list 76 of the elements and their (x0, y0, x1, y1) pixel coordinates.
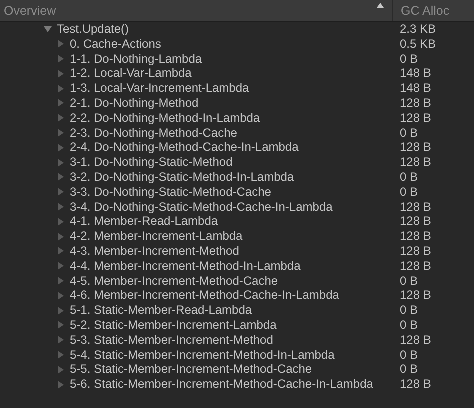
function-name[interactable]: 5-3. Static-Member-Increment-Method (70, 332, 274, 348)
collapsed-arrow-icon[interactable] (57, 366, 65, 374)
function-name[interactable]: 2-3. Do-Nothing-Method-Cache (70, 126, 238, 140)
collapsed-arrow-icon[interactable] (57, 306, 65, 315)
gc-alloc-value: 148 B (400, 81, 432, 96)
collapsed-arrow-icon[interactable] (57, 202, 65, 211)
collapsed-arrow-icon[interactable] (57, 188, 65, 196)
collapsed-arrow-icon[interactable] (57, 54, 65, 63)
function-name[interactable]: 4-3. Member-Increment-Method (70, 244, 240, 259)
function-name[interactable]: 5-1. Static-Member-Read-Lambda (70, 303, 252, 318)
function-name[interactable]: 1-2. Local-Var-Lambda (70, 66, 192, 82)
gc-alloc-value: 128 B (400, 258, 432, 273)
gc-alloc-value: 148 B (400, 66, 432, 80)
function-name[interactable]: Test.Update() (57, 22, 130, 37)
collapsed-arrow-icon[interactable] (57, 70, 65, 78)
collapsed-arrow-icon[interactable] (57, 350, 65, 359)
collapsed-arrow-icon[interactable] (57, 158, 65, 167)
function-name[interactable]: 5-6. Static-Member-Increment-Method-Cache-In-Lambda (70, 377, 374, 392)
gc-alloc-value: 128 B (400, 96, 432, 110)
function-name[interactable]: 4-1. Member-Read-Lambda (70, 214, 218, 230)
function-name[interactable]: 2-1. Do-Nothing-Method (70, 96, 199, 111)
function-name[interactable]: 4-2. Member-Increment-Lambda (70, 229, 243, 244)
gc-alloc-value: 0 B (400, 362, 418, 376)
collapsed-arrow-icon[interactable] (57, 262, 65, 270)
gc-alloc-value: 128 B (400, 244, 432, 258)
gc-alloc-value: 128 B (400, 288, 432, 302)
collapsed-arrow-icon[interactable] (57, 40, 65, 48)
gc-alloc-value: 0 B (400, 170, 418, 184)
collapsed-arrow-icon[interactable] (57, 276, 65, 285)
gc-alloc-value: 128 B (400, 155, 432, 170)
sort-ascending-icon (377, 3, 384, 8)
gc-alloc-value: 128 B (400, 110, 432, 125)
function-name[interactable]: 3-3. Do-Nothing-Static-Method-Cache (70, 184, 272, 200)
gc-alloc-value: 128 B (400, 200, 432, 214)
expanded-arrow-icon[interactable] (44, 25, 52, 34)
function-name[interactable]: 5-2. Static-Member-Increment-Lambda (70, 318, 277, 333)
function-name[interactable]: 0. Cache-Actions (70, 36, 162, 52)
collapsed-arrow-icon[interactable] (57, 247, 65, 256)
function-name[interactable]: 3-4. Do-Nothing-Static-Method-Cache-In-Lambda (70, 200, 333, 214)
collapsed-arrow-icon[interactable] (57, 218, 65, 226)
collapsed-arrow-icon[interactable] (57, 84, 65, 93)
function-name[interactable]: 2-2. Do-Nothing-Method-In-Lambda (70, 110, 260, 126)
gc-alloc-value: 0 B (400, 274, 418, 288)
gc-alloc-value: 0 B (400, 126, 418, 140)
gc-alloc-value: 0.5 KB (400, 36, 436, 51)
collapsed-arrow-icon[interactable] (57, 292, 65, 300)
collapsed-arrow-icon[interactable] (57, 114, 65, 122)
gc-alloc-value: 128 B (400, 377, 432, 392)
collapsed-arrow-icon[interactable] (57, 144, 65, 152)
collapsed-arrow-icon[interactable] (57, 173, 65, 182)
function-name[interactable]: 3-1. Do-Nothing-Static-Method (70, 155, 233, 170)
gc-alloc-value: 0 B (400, 348, 418, 362)
function-name[interactable]: 4-5. Member-Increment-Method-Cache (70, 274, 278, 288)
function-name[interactable]: 5-4. Static-Member-Increment-Method-In-Lambda (70, 348, 335, 362)
collapsed-arrow-icon[interactable] (57, 99, 65, 108)
gc-alloc-value: 2.3 KB (400, 22, 436, 36)
function-name[interactable]: 3-2. Do-Nothing-Static-Method-In-Lambda (70, 170, 294, 185)
collapsed-arrow-icon[interactable] (57, 321, 65, 330)
gc-alloc-value: 128 B (400, 214, 432, 228)
gc-alloc-value: 0 B (400, 52, 418, 66)
collapsed-arrow-icon[interactable] (57, 380, 65, 389)
function-name[interactable]: 2-4. Do-Nothing-Method-Cache-In-Lambda (70, 140, 299, 156)
gc-alloc-value: 128 B (400, 332, 432, 347)
gc-alloc-value: 0 B (400, 184, 418, 199)
function-name[interactable]: 4-4. Member-Increment-Method-In-Lambda (70, 258, 301, 274)
gc-alloc-value: 128 B (400, 140, 432, 154)
collapsed-arrow-icon[interactable] (57, 128, 65, 137)
function-name[interactable]: 1-1. Do-Nothing-Lambda (70, 52, 202, 66)
function-name[interactable]: 1-3. Local-Var-Increment-Lambda (70, 81, 250, 96)
gc-alloc-value: 128 B (400, 229, 432, 244)
collapsed-arrow-icon[interactable] (57, 232, 65, 241)
function-name[interactable]: 5-5. Static-Member-Increment-Method-Cache (70, 362, 312, 378)
gc-alloc-value: 0 B (400, 303, 418, 318)
collapsed-arrow-icon[interactable] (57, 336, 65, 344)
gc-alloc-value: 0 B (400, 318, 418, 332)
function-name[interactable]: 4-6. Member-Increment-Method-Cache-In-Lambda (70, 288, 340, 304)
